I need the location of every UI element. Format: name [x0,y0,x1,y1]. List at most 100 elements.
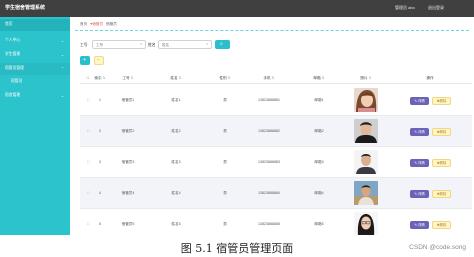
row-checkbox[interactable]: □ [87,222,89,226]
detail-button-label: 详情 [418,223,425,227]
sidebar-item-home[interactable]: 首页 [0,19,70,31]
detail-button-label: 详情 [418,99,425,103]
table-header: □ 索引⇅ 工号⇅ 姓名⇅ 性别⇅ 手机⇅ 邮箱⇅ 照片⇅ 操作 [80,73,472,84]
column-header-label: 照片 [360,76,368,80]
cell-id: 宿管员2 [121,129,135,133]
search-icon: ⌕ [206,41,209,46]
cell-email: 邮箱2 [314,129,324,133]
cell-email: 邮箱1 [314,98,324,102]
delete-button[interactable]: ✖删除 [432,159,451,167]
cell-name: 姓名1 [171,98,181,102]
cell-gender: 男 [223,222,227,226]
detail-button[interactable]: ✎详情 [410,159,429,167]
table-row[interactable]: □ 4 宿管员4 姓名4 男 13823888884 邮箱4 ✎详情 ✖删除 [80,178,472,209]
divider [75,30,469,31]
delete-button[interactable]: ✖删除 [432,190,451,198]
sidebar-item-student-management[interactable]: 学生管理 ⌄ [0,49,70,61]
delete-button-label: 删除 [439,223,447,227]
sidebar-item-label: 首页 [5,22,13,26]
detail-button-label: 详情 [418,161,425,165]
detail-button[interactable]: ✎详情 [410,97,429,105]
watermark: CSDN @code.song [409,244,466,251]
sort-icon: ⇅ [368,76,372,80]
column-header-name[interactable]: 姓名⇅ [170,76,181,81]
cell-email: 邮箱4 [314,191,324,195]
cell-email: 邮箱5 [314,222,324,226]
column-header-gender[interactable]: 性别⇅ [219,76,230,81]
table-row[interactable]: □ 5 宿管员5 姓名5 男 13823888885 邮箱5 ✎详情 ✖删除 [80,209,472,235]
sidebar-item-dorm-management[interactable]: 宿舍管理 ⌄ [0,90,70,102]
row-checkbox[interactable]: □ [87,98,89,102]
cell-gender: 男 [223,129,227,133]
delete-button-label: 删除 [439,161,447,165]
column-header-email[interactable]: 邮箱⇅ [313,76,324,81]
figure-caption: 图 5.1 宿管员管理页面 [180,242,294,255]
table-row[interactable]: □ 3 宿管员3 姓名3 男 13823888883 邮箱3 ✎详情 ✖删除 [80,147,472,178]
cell-index: 3 [99,160,101,164]
row-checkbox[interactable]: □ [87,129,89,133]
breadcrumb-home[interactable]: 首页 [80,22,87,27]
table-row[interactable]: □ 1 宿管员1 姓名1 男 13823888881 邮箱1 ✎详情 ✖删除 [80,85,472,116]
column-header-label: 性别 [219,76,227,80]
cell-name: 姓名4 [171,191,181,195]
photo-woman-brown-hair[interactable] [354,88,378,112]
logout-link[interactable]: 退出登录 [428,5,444,11]
breadcrumb-current[interactable]: ♥宿管员 [90,22,103,27]
sidebar-item-personal-center[interactable]: 个人中心 ⌄ [0,35,70,47]
column-header-label: 姓名 [170,76,178,80]
column-header-actions: 操作 [426,76,434,80]
sidebar-item-dorm-admin-management[interactable]: 宿管员管理 ⌃ [0,63,70,75]
cell-id: 宿管员5 [121,222,135,226]
detail-button[interactable]: ✎详情 [410,190,429,198]
delete-button[interactable]: ✖删除 [432,128,451,136]
batch-delete-button[interactable]: − [94,56,104,65]
edit-icon: ✎ [414,130,418,134]
column-header-id[interactable]: 工号⇅ [122,76,133,81]
plus-icon: + [83,57,86,63]
search-icon: ⌕ [140,41,143,46]
delete-button[interactable]: ✖删除 [432,97,451,105]
add-button[interactable]: + [80,56,90,65]
sort-icon: ⇅ [321,76,325,80]
cell-name: 姓名2 [171,129,181,133]
photo-man-outdoor[interactable] [354,181,378,205]
top-bar: 学生宿舍管理系统 管理员 abo 退出登录 [0,0,474,17]
cell-phone: 13823888882 [258,129,280,133]
sidebar-item-label: 宿管员管理 [5,66,24,70]
photo-man-dark-shirt[interactable] [354,119,378,143]
sidebar-subitem-dorm-admin[interactable]: 宿管员 [0,76,70,88]
delete-button-label: 删除 [439,130,447,134]
sort-icon: ⇅ [227,76,231,80]
cell-email: 邮箱3 [314,160,324,164]
column-header-select[interactable]: □ [87,76,89,80]
breadcrumb: 首页 ♥宿管员 宿管员 [80,22,120,30]
column-header-index[interactable]: 索引⇅ [94,76,105,81]
detail-button[interactable]: ✎详情 [410,128,429,136]
query-button[interactable]: ⌕ [215,40,230,49]
cell-gender: 男 [223,160,227,164]
minus-icon: − [97,57,100,63]
current-user[interactable]: 管理员 abo [395,5,415,11]
detail-button[interactable]: ✎详情 [410,221,429,229]
row-checkbox[interactable]: □ [87,160,89,164]
cell-id: 宿管员3 [121,160,135,164]
filter-input-name[interactable] [158,40,212,49]
cell-index: 4 [99,191,101,195]
chevron-down-icon: ⌄ [60,94,64,98]
table-row[interactable]: □ 2 宿管员2 姓名2 男 13823888882 邮箱2 ✎详情 ✖删除 [80,116,472,147]
cell-phone: 13823888881 [258,98,280,102]
delete-button[interactable]: ✖删除 [432,221,451,229]
cell-index: 2 [99,129,101,133]
filter-label-id: 工号 [80,43,88,47]
cell-id: 宿管员4 [121,191,135,195]
detail-button-label: 详情 [418,192,425,196]
column-header-phone[interactable]: 手机⇅ [263,76,274,81]
delete-button-label: 删除 [439,192,447,196]
photo-man-white-background[interactable] [354,150,378,174]
filter-input-id[interactable] [92,40,146,49]
photo-woman-glasses[interactable] [354,212,378,235]
cell-index: 1 [99,98,101,102]
column-header-photo[interactable]: 照片⇅ [360,76,371,81]
app-title: 学生宿舍管理系统 [5,5,46,11]
row-checkbox[interactable]: □ [87,191,89,195]
